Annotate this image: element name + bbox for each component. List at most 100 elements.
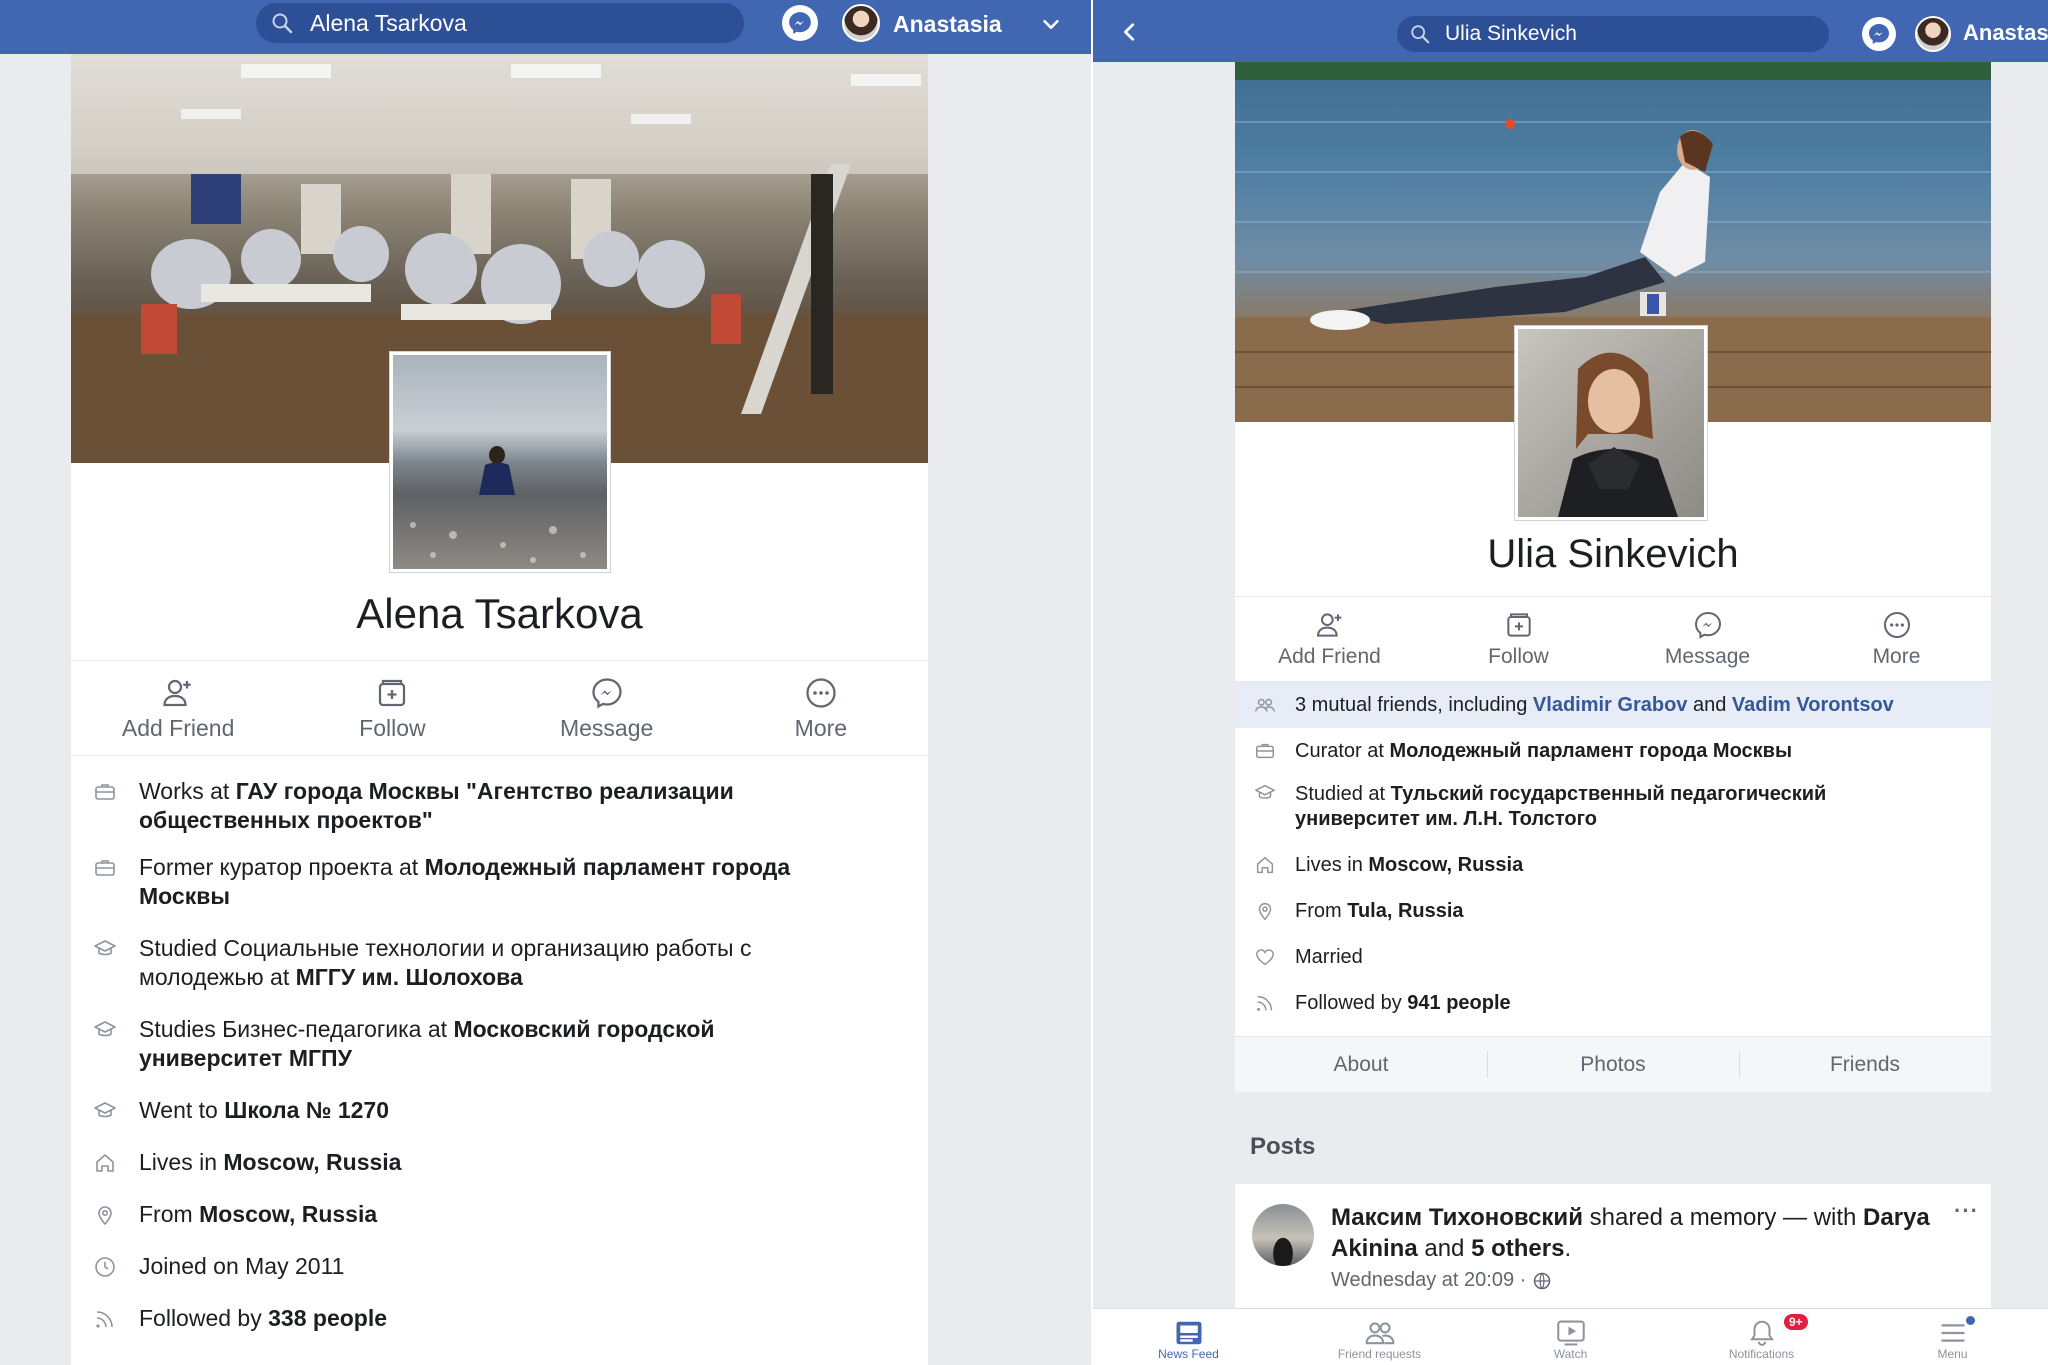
intro-item[interactable]: Followed by 338 people bbox=[71, 1304, 928, 1356]
intro-link[interactable]: Moscow, Russia bbox=[223, 1149, 401, 1175]
search-bar[interactable]: Alena Tsarkova bbox=[256, 3, 744, 43]
briefcase-icon bbox=[1256, 743, 1274, 759]
rss-icon bbox=[1257, 995, 1273, 1011]
nav-news-feed[interactable]: News Feed bbox=[1093, 1309, 1284, 1365]
user-avatar[interactable] bbox=[842, 4, 880, 42]
intro-link[interactable]: Moscow, Russia bbox=[1368, 854, 1523, 876]
profile-picture[interactable] bbox=[1515, 326, 1707, 520]
post-author-link[interactable]: Максим Тихоновский bbox=[1331, 1204, 1583, 1231]
more-button[interactable]: More bbox=[1802, 597, 1991, 681]
back-arrow-icon[interactable] bbox=[1119, 20, 1141, 44]
intro-item[interactable]: Went to Школа № 1270 bbox=[71, 1096, 928, 1148]
follow-label: Follow bbox=[1488, 645, 1549, 668]
message-label: Message bbox=[559, 714, 654, 741]
intro-link[interactable]: Школа № 1270 bbox=[224, 1097, 389, 1123]
post-others-link[interactable]: 5 others bbox=[1471, 1235, 1564, 1262]
user-name[interactable]: Anastasia bbox=[1963, 20, 2048, 46]
intro-item: Joined on May 2011 bbox=[71, 1252, 928, 1304]
intro-item[interactable]: Studied Социальные технологии и организа… bbox=[71, 934, 928, 1015]
message-button[interactable]: Message bbox=[500, 661, 714, 755]
follow-button[interactable]: Follow bbox=[285, 661, 499, 755]
add-friend-button[interactable]: Add Friend bbox=[71, 661, 285, 755]
messenger-icon[interactable] bbox=[1862, 17, 1896, 51]
intro-item[interactable]: Lives in Moscow, Russia bbox=[1235, 842, 1991, 888]
location-pin-icon bbox=[1258, 903, 1272, 921]
chevron-down-icon[interactable] bbox=[1040, 13, 1062, 35]
messenger-icon[interactable] bbox=[782, 5, 818, 41]
watch-icon bbox=[1556, 1320, 1585, 1346]
friends-icon bbox=[1365, 1322, 1394, 1345]
intro-item[interactable]: Studies Бизнес-педагогика at Московский … bbox=[71, 1015, 928, 1096]
intro-item[interactable]: Curator at Молодежный парламент города М… bbox=[1235, 728, 1991, 774]
mutual-text: 3 mutual friends, including bbox=[1295, 693, 1533, 716]
profile-actions: Add Friend Follow Message More bbox=[1235, 596, 1991, 682]
profile-subtabs: About Photos Friends bbox=[1235, 1036, 1991, 1092]
search-icon bbox=[1411, 25, 1430, 44]
add-friend-button[interactable]: Add Friend bbox=[1235, 597, 1424, 681]
intro-text: Works at bbox=[139, 778, 236, 804]
mutual-friends-row[interactable]: 3 mutual friends, including Vladimir Gra… bbox=[1235, 682, 1991, 728]
friends-icon bbox=[1255, 698, 1275, 712]
post-timestamp[interactable]: Wednesday at 20:09 · bbox=[1331, 1269, 1526, 1292]
search-bar[interactable]: Ulia Sinkevich bbox=[1397, 16, 1829, 52]
intro-text: Lives in bbox=[1295, 853, 1369, 876]
intro-item[interactable]: Former куратор проекта at Молодежный пар… bbox=[71, 853, 928, 934]
hamburger-icon bbox=[1941, 1324, 1964, 1342]
more-icon bbox=[1883, 612, 1910, 638]
intro-link[interactable]: 338 people bbox=[268, 1305, 387, 1331]
intro-link[interactable]: 941 people bbox=[1407, 992, 1510, 1014]
nav-menu[interactable]: Menu bbox=[1857, 1309, 2048, 1365]
more-label: More bbox=[794, 714, 848, 741]
mutual-friend-link[interactable]: Vadim Vorontsov bbox=[1732, 694, 1894, 716]
post-action-text: shared a memory — with bbox=[1582, 1204, 1857, 1231]
mutual-friend-link[interactable]: Vladimir Grabov bbox=[1533, 694, 1688, 716]
tab-friends[interactable]: Friends bbox=[1739, 1037, 1991, 1092]
post-and-text: and bbox=[1417, 1235, 1472, 1262]
menu-indicator-dot bbox=[1966, 1316, 1975, 1325]
search-query: Ulia Sinkevich bbox=[1445, 22, 1577, 45]
intro-item[interactable]: From Tula, Russia bbox=[1235, 888, 1991, 934]
profile-name: Alena Tsarkova bbox=[356, 590, 643, 637]
follow-button[interactable]: Follow bbox=[1424, 597, 1613, 681]
add-friend-label: Add Friend bbox=[1278, 645, 1381, 668]
more-icon bbox=[806, 677, 836, 708]
intro-item[interactable]: Lives in Moscow, Russia bbox=[71, 1148, 928, 1200]
post-period: . bbox=[1564, 1235, 1572, 1262]
nav-watch[interactable]: Watch bbox=[1475, 1309, 1666, 1365]
right-profile-screen: Ulia Sinkevich Anastasia bbox=[1093, 0, 2048, 1365]
briefcase-icon bbox=[95, 784, 115, 800]
intro-item[interactable]: Followed by 941 people bbox=[1235, 980, 1991, 1026]
nav-label: Watch bbox=[1553, 1347, 1588, 1361]
intro-link[interactable]: Молодежный парламент города Москвы bbox=[1389, 740, 1792, 762]
tab-photos[interactable]: Photos bbox=[1487, 1037, 1739, 1092]
more-label: More bbox=[1872, 645, 1921, 668]
more-button[interactable]: More bbox=[714, 661, 928, 755]
nav-notifications[interactable]: 9+ Notifications bbox=[1666, 1309, 1857, 1365]
profile-actions: Add Friend Follow Message More bbox=[71, 660, 928, 756]
search-icon bbox=[272, 13, 293, 34]
intro-item[interactable]: Studied at Тульский государственный педа… bbox=[1235, 774, 1991, 842]
intro-text: Joined on May 2011 bbox=[139, 1253, 345, 1279]
intro-text: Followed by bbox=[139, 1305, 269, 1331]
nav-friend-requests[interactable]: Friend requests bbox=[1284, 1309, 1475, 1365]
news-feed-icon bbox=[1176, 1321, 1201, 1345]
intro-text: From bbox=[1295, 899, 1348, 922]
intro-item[interactable]: Works at ГАУ города Москвы "Агентство ре… bbox=[71, 772, 928, 853]
post-author-avatar[interactable] bbox=[1252, 1204, 1314, 1266]
intro-link[interactable]: МГГУ им. Шолохова bbox=[296, 964, 523, 990]
intro-list: 3 mutual friends, including Vladimir Gra… bbox=[1235, 682, 1991, 1026]
intro-text: Followed by bbox=[1295, 991, 1408, 1014]
intro-link[interactable]: Moscow, Russia bbox=[199, 1201, 377, 1227]
user-avatar[interactable] bbox=[1915, 16, 1951, 52]
profile-card: Alena Tsarkova Add Friend Follow Message… bbox=[71, 54, 928, 1365]
user-name[interactable]: Anastasia bbox=[893, 11, 1002, 38]
tab-about[interactable]: About bbox=[1235, 1037, 1487, 1092]
message-button[interactable]: Message bbox=[1613, 597, 1802, 681]
intro-link[interactable]: Tula, Russia bbox=[1347, 900, 1463, 922]
post-card: Максим Тихоновский shared a memory — wit… bbox=[1235, 1184, 1991, 1308]
nav-label: Friend requests bbox=[1337, 1347, 1422, 1361]
profile-picture[interactable] bbox=[390, 352, 610, 572]
intro-item[interactable]: From Moscow, Russia bbox=[71, 1200, 928, 1252]
post-options-button[interactable]: ··· bbox=[1954, 1198, 1979, 1224]
bell-icon bbox=[1749, 1320, 1774, 1346]
